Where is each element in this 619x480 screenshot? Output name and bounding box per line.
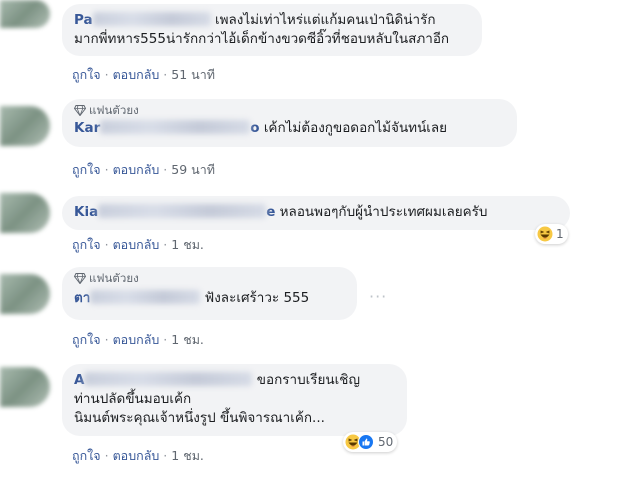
more-options-icon[interactable]: ··· [369,287,387,306]
separator-dot: · [104,237,109,252]
redacted-name [98,204,267,218]
timestamp[interactable]: 59 นาที [171,162,215,177]
comment-text: เค้กไม่ต้องกูขอดอกไม้จันทน์เลย [263,120,448,136]
comment-actions: ถูกใจ · ตอบกลับ · 1 ชม. [72,446,204,466]
separator-dot: · [163,332,168,347]
top-fan-badge: แฟนตัวยง [74,103,505,118]
author-name[interactable]: Kia [74,204,98,220]
like-link[interactable]: ถูกใจ [72,67,101,82]
comment-actions: ถูกใจ · ตอบกลับ · 51 นาที [72,65,215,85]
author-name[interactable]: ตา [74,290,90,306]
comment-actions: ถูกใจ · ตอบกลับ · 1 ชม. [72,235,204,255]
author-name[interactable]: Pa [74,12,93,28]
comment-text: นิมนต์พระคุณเจ้าหนึ่งรูป ขึ้นพิจารณาเค้ก… [74,410,325,426]
comment-actions: ถูกใจ · ตอบกลับ · 59 นาที [72,160,215,180]
separator-dot: · [104,332,109,347]
comment-text: เพลงไม่เท่าไหร่แต่แก้มคนเป่านิดิน่ารัก [214,12,436,28]
separator-dot: · [104,448,109,463]
timestamp[interactable]: 1 ชม. [171,237,204,252]
comment-text: หลอนพอๆกับผู้นำประเทศผมเลยครับ [279,204,488,220]
like-link[interactable]: ถูกใจ [72,162,101,177]
comment-text: ฟังละเศร้าวะ 555 [204,290,310,306]
avatar[interactable] [0,106,50,146]
comment-bubble: แฟนตัวยง ตา ฟังละเศร้าวะ 555 [62,267,357,320]
comment-bubble: แฟนตัวยง Kar o เค้กไม่ต้องกูขอดอกไม้จันทน… [62,99,517,147]
separator-dot: · [104,162,109,177]
author-name-suffix[interactable]: e [266,204,275,220]
redacted-name [90,290,201,304]
comment-first-line: Kia e หลอนพอๆกับผู้นำประเทศผมเลยครับ [74,203,558,222]
comment-actions: ถูกใจ · ตอบกลับ · 1 ชม. [72,330,204,350]
timestamp[interactable]: 51 นาที [171,67,215,82]
timestamp[interactable]: 1 ชม. [171,448,204,463]
reply-link[interactable]: ตอบกลับ [113,67,160,82]
redacted-name [84,372,253,386]
reply-link[interactable]: ตอบกลับ [113,162,160,177]
comment-text: ท่านปลัดขึ้นมอบเค้ก [74,391,192,407]
comment-bubble: Pa เพลงไม่เท่าไหร่แต่แก้มคนเป่านิดิน่ารั… [62,4,482,56]
reaction-badge[interactable]: 1 [535,224,568,244]
separator-dot: · [163,67,168,82]
redacted-name [92,12,211,26]
avatar[interactable] [0,193,50,233]
diamond-icon [74,273,86,284]
reply-link[interactable]: ตอบกลับ [113,332,160,347]
comment-first-line: Pa เพลงไม่เท่าไหร่แต่แก้มคนเป่านิดิน่ารั… [74,11,470,30]
author-name-suffix[interactable]: o [250,120,259,136]
avatar[interactable] [0,0,50,28]
diamond-icon [74,105,86,116]
redacted-name [100,120,251,134]
comment-first-line: ตา ฟังละเศร้าวะ 555 [74,289,345,308]
comments-thread: Pa เพลงไม่เท่าไหร่แต่แก้มคนเป่านิดิน่ารั… [0,0,619,480]
reply-link[interactable]: ตอบกลับ [113,448,160,463]
comment-first-line: Kar o เค้กไม่ต้องกูขอดอกไม้จันทน์เลย [74,119,505,138]
separator-dot: · [163,237,168,252]
author-name[interactable]: Kar [74,120,100,136]
haha-emoji-icon [537,226,553,242]
comment-text: ขอกราบเรียนเชิญ [256,372,360,388]
fan-label: แฟนตัวยง [89,271,139,285]
reaction-badge[interactable]: 50 [343,432,398,452]
separator-dot: · [163,448,168,463]
timestamp[interactable]: 1 ชม. [171,332,204,347]
separator-dot: · [163,162,168,177]
author-name[interactable]: A [74,372,84,388]
like-link[interactable]: ถูกใจ [72,448,101,463]
comment-text: มากพี่ทหาร555น่ารักกว่าไอ้เด็กข้างขวดซีอ… [74,31,450,47]
comment-bubble: Kia e หลอนพอๆกับผู้นำประเทศผมเลยครับ [62,196,570,230]
fan-label: แฟนตัวยง [89,103,139,117]
like-link[interactable]: ถูกใจ [72,332,101,347]
reaction-count: 1 [556,227,564,241]
reply-link[interactable]: ตอบกลับ [113,237,160,252]
reaction-count: 50 [378,435,394,449]
top-fan-badge: แฟนตัวยง [74,271,345,286]
like-link[interactable]: ถูกใจ [72,237,101,252]
like-thumb-icon [358,434,374,450]
avatar[interactable] [0,274,50,314]
comment-bubble: A ขอกราบเรียนเชิญ ท่านปลัดขึ้นมอบเค้ก นิ… [62,364,407,436]
separator-dot: · [104,67,109,82]
comment-first-line: A ขอกราบเรียนเชิญ [74,371,395,390]
avatar[interactable] [0,367,50,407]
